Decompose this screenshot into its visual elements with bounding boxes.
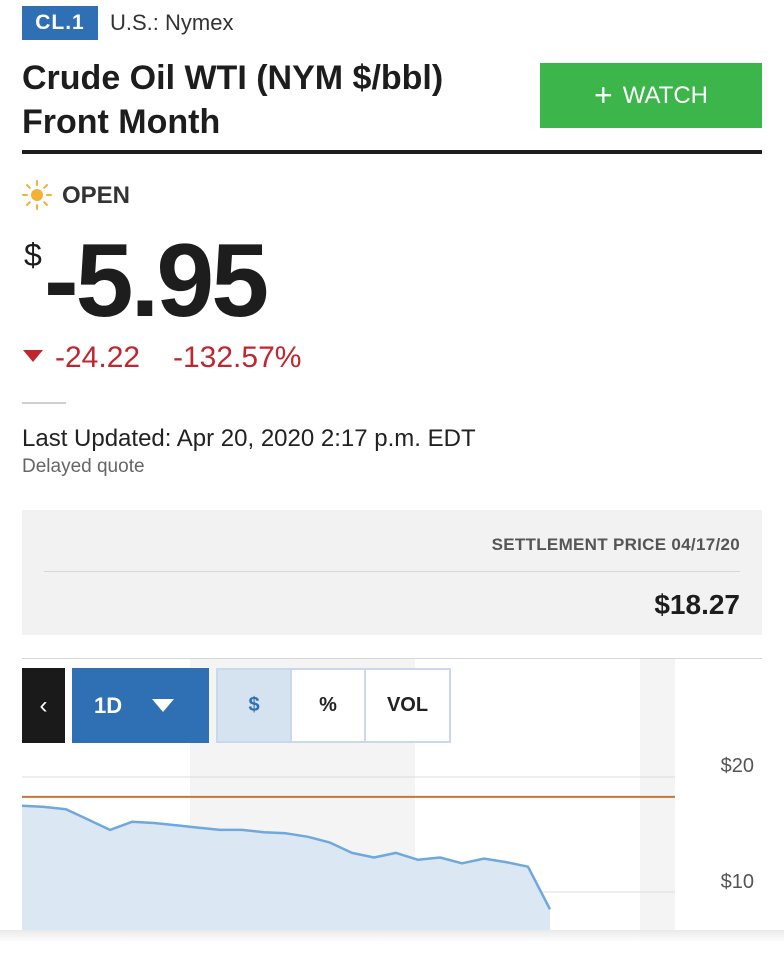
sun-icon (22, 180, 52, 210)
settlement-divider (44, 571, 740, 572)
range-label: 1D (94, 692, 123, 718)
percent-mode-button[interactable]: % (290, 668, 366, 743)
last-updated: Last Updated: Apr 20, 2020 2:17 p.m. EDT (22, 425, 476, 452)
divider (22, 402, 66, 404)
settlement-panel (22, 510, 762, 635)
ticker-badge: CL.1 (22, 6, 98, 40)
price-change: -24.22 (55, 341, 141, 374)
down-arrow-icon (23, 350, 43, 362)
exchange-label: U.S.: Nymex (110, 10, 234, 35)
price-change-percent: -132.57% (173, 341, 302, 374)
watch-button-label: WATCH (622, 81, 708, 109)
caret-down-icon (152, 699, 175, 712)
range-dropdown[interactable]: 1D (72, 668, 209, 743)
chart-back-button[interactable]: ‹ (22, 668, 65, 743)
settlement-label: SETTLEMENT PRICE 04/17/20 (491, 535, 740, 554)
delayed-quote-note: Delayed quote (22, 456, 145, 477)
currency-symbol: $ (24, 237, 42, 273)
bottom-fade (0, 930, 784, 960)
instrument-title: Crude Oil WTI (NYM $/bbl) Front Month (22, 59, 444, 141)
watch-button[interactable]: + WATCH (540, 63, 762, 128)
settlement-value: $18.27 (654, 589, 740, 620)
y-tick-label: $10 (720, 871, 754, 893)
y-tick-label: $20 (720, 755, 754, 777)
market-status: OPEN (62, 182, 131, 209)
dollar-mode-button[interactable]: $ (216, 668, 292, 743)
title-divider (22, 150, 762, 154)
volume-mode-button[interactable]: VOL (364, 668, 451, 743)
last-price: -5.95 (44, 223, 269, 339)
session-band (640, 659, 675, 930)
plus-icon: + (594, 76, 613, 113)
